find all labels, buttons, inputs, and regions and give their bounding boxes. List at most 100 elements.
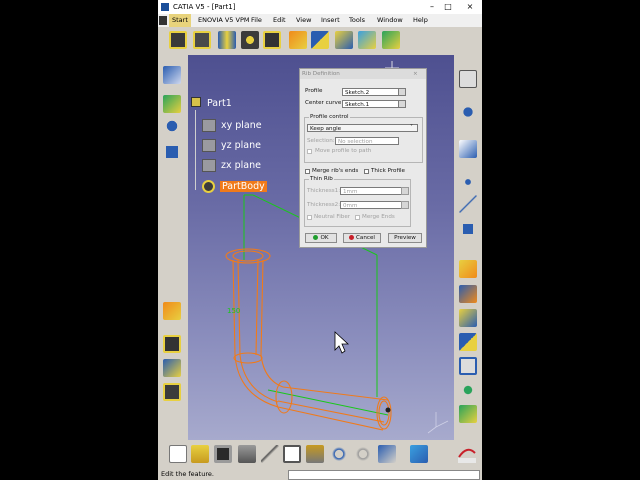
move-profile-checkbox[interactable] — [307, 149, 312, 154]
select-arrow-icon[interactable] — [459, 140, 477, 158]
sew-surface-icon[interactable] — [459, 309, 477, 327]
left-toolbar — [158, 55, 188, 440]
profile-field[interactable]: Sketch.2 — [342, 88, 399, 96]
knowledge-icon[interactable] — [459, 381, 477, 399]
merge-ends-thin-label: Merge Ends — [362, 214, 395, 220]
thick-profile-checkbox[interactable] — [364, 169, 369, 174]
start-menu-icon[interactable] — [159, 16, 167, 25]
apply-material-icon[interactable] — [459, 357, 477, 375]
paste-icon[interactable] — [306, 445, 324, 463]
new-file-icon[interactable] — [169, 445, 187, 463]
right-toolbar — [454, 55, 482, 440]
neutral-fiber-checkbox[interactable] — [307, 215, 312, 220]
rib-definition-dialog: Rib Definition × Profile Sketch.2 Center… — [299, 68, 427, 248]
tree-yz-plane[interactable]: yz plane — [221, 140, 261, 151]
center-curve-sketch-button[interactable] — [398, 100, 406, 108]
constraint-icon[interactable] — [163, 95, 181, 113]
fly-mode-icon[interactable] — [410, 445, 428, 463]
command-input[interactable] — [288, 470, 480, 480]
profile-sketch-button[interactable] — [398, 88, 406, 96]
stiffener-icon[interactable] — [335, 31, 353, 49]
grid-icon[interactable] — [163, 117, 181, 135]
cut-icon[interactable] — [261, 445, 279, 463]
menu-tools[interactable]: Tools — [349, 14, 365, 27]
hole-icon[interactable] — [263, 31, 281, 49]
open-folder-icon[interactable] — [191, 445, 209, 463]
maximize-icon[interactable]: □ — [441, 0, 455, 14]
whats-this-icon[interactable] — [378, 445, 396, 463]
dialog-title-bar[interactable]: Rib Definition × — [300, 69, 426, 79]
menu-file[interactable]: File — [251, 14, 262, 27]
thickness-icon[interactable] — [459, 285, 477, 303]
menu-help[interactable]: Help — [413, 14, 428, 27]
pad-icon[interactable] — [218, 31, 236, 49]
3d-viewport[interactable]: 150 Part1 xy plane yz plane zx plane Par… — [158, 55, 454, 440]
chevron-down-icon[interactable]: ˅ — [410, 124, 413, 131]
measure-icon[interactable] — [163, 66, 181, 84]
close-icon[interactable]: × — [463, 0, 477, 14]
pocket-icon[interactable] — [241, 31, 259, 49]
point-icon[interactable] — [459, 173, 477, 191]
center-curve-field[interactable]: Sketch.1 — [342, 100, 399, 108]
cancel-button[interactable]: Cancel — [343, 233, 381, 243]
catia-app-icon — [161, 3, 169, 11]
menu-view[interactable]: View — [296, 14, 311, 27]
merge-ends-thin-checkbox[interactable] — [355, 215, 360, 220]
bottom-toolbar — [158, 440, 482, 468]
selection-field[interactable]: No selection — [335, 137, 399, 145]
gear-icon — [202, 180, 215, 193]
print-icon[interactable] — [238, 445, 256, 463]
menu-insert[interactable]: Insert — [321, 14, 340, 27]
axis-triad — [427, 412, 449, 434]
rib-icon[interactable] — [289, 31, 307, 49]
snap-icon[interactable] — [163, 143, 181, 161]
menu-enovia[interactable]: ENOVIA V5 VPM — [198, 14, 249, 27]
settings-gear-icon[interactable] — [459, 103, 477, 121]
ok-button[interactable]: OK — [305, 233, 337, 243]
ok-icon — [313, 235, 319, 240]
multi-section-solid-icon[interactable] — [358, 31, 376, 49]
dimension-label: 150 — [227, 307, 241, 315]
merge-ends-checkbox[interactable] — [305, 169, 310, 174]
sketch-tools-icon[interactable] — [163, 335, 181, 353]
menu-edit[interactable]: Edit — [273, 14, 286, 27]
part-icon[interactable] — [191, 97, 201, 109]
status-text: Edit the feature. — [161, 470, 214, 478]
minimize-icon[interactable]: – — [425, 0, 439, 14]
removed-multi-section-icon[interactable] — [382, 31, 400, 49]
copy-icon[interactable] — [283, 445, 301, 463]
preview-button[interactable]: Preview — [388, 233, 422, 243]
save-icon[interactable] — [214, 445, 232, 463]
undo-icon[interactable] — [330, 445, 348, 463]
line-icon[interactable] — [459, 195, 477, 213]
split-icon[interactable] — [459, 260, 477, 278]
dialog-title: Rib Definition — [302, 71, 340, 77]
thickness1-stepper[interactable] — [401, 187, 409, 195]
menu-window[interactable]: Window — [377, 14, 403, 27]
pattern-icon[interactable] — [163, 302, 181, 320]
tree-xy-plane[interactable]: xy plane — [221, 120, 262, 131]
mouse-cursor-icon — [334, 331, 350, 354]
tree-part1[interactable]: Part1 — [207, 98, 232, 109]
dialog-close-icon[interactable]: × — [413, 69, 418, 79]
sketch-analysis-icon[interactable] — [459, 70, 477, 88]
center-curve-label: Center curve — [305, 100, 342, 106]
tree-zx-plane[interactable]: zx plane — [221, 160, 261, 171]
plane-tool-icon[interactable] — [459, 220, 477, 238]
plane-icon — [202, 159, 216, 172]
menu-start[interactable]: Start — [169, 14, 191, 27]
thickness2-stepper[interactable] — [401, 201, 409, 209]
draft-icon[interactable] — [459, 333, 477, 351]
thick-profile-label: Thick Profile — [371, 168, 406, 174]
positioned-sketch-icon[interactable] — [193, 31, 211, 49]
boolean-icon[interactable] — [163, 383, 181, 401]
thickness2-field[interactable]: 0mm — [340, 201, 402, 209]
redo-icon[interactable] — [354, 445, 372, 463]
profile-control-dropdown[interactable]: Keep angle — [307, 124, 418, 132]
transform-icon[interactable] — [163, 359, 181, 377]
slot-icon[interactable] — [311, 31, 329, 49]
tree-partbody[interactable]: PartBody — [220, 181, 267, 192]
thickness1-field[interactable]: 1mm — [340, 187, 402, 195]
sketcher-icon[interactable] — [169, 31, 187, 49]
body-icon[interactable] — [459, 405, 477, 423]
